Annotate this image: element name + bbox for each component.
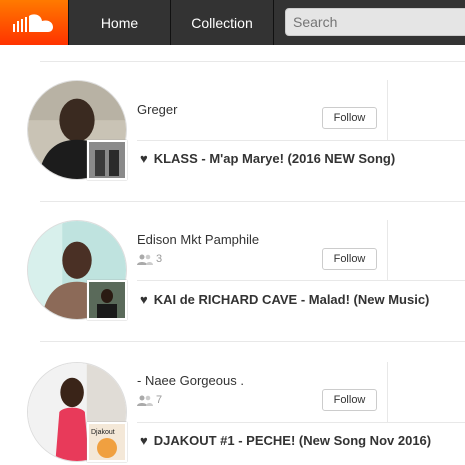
tab-home[interactable]: Home xyxy=(68,0,171,45)
followers-icon xyxy=(137,254,153,265)
heart-icon: ♥ xyxy=(140,151,148,166)
heart-icon: ♥ xyxy=(140,292,148,307)
username[interactable]: Greger xyxy=(137,102,177,117)
follow-button[interactable]: Follow xyxy=(322,248,377,270)
username[interactable]: - Naee Gorgeous . xyxy=(137,373,244,388)
tab-collection[interactable]: Collection xyxy=(171,0,274,45)
follower-count-text: 3 xyxy=(156,253,163,265)
divider xyxy=(387,220,388,280)
soundcloud-logo[interactable] xyxy=(0,0,68,45)
follower-count[interactable]: 3 xyxy=(137,253,162,265)
track-artwork[interactable] xyxy=(87,140,127,180)
artwork-image xyxy=(89,282,125,318)
track-title-text[interactable]: DJAKOUT #1 - PECHE! (New Song Nov 2016) xyxy=(154,433,431,448)
track-title-text[interactable]: KAI de RICHARD CAVE - Malad! (New Music) xyxy=(154,292,430,307)
username[interactable]: Edison Mkt Pamphile xyxy=(137,232,259,247)
soundcloud-cloud-icon xyxy=(13,13,53,32)
track-artwork[interactable] xyxy=(87,280,127,320)
follow-button[interactable]: Follow xyxy=(322,389,377,411)
track-title[interactable]: ♥ DJAKOUT #1 - PECHE! (New Song Nov 2016… xyxy=(140,433,431,448)
search-input[interactable] xyxy=(285,8,465,36)
divider xyxy=(387,80,388,140)
top-nav-bar: Home Collection xyxy=(0,0,465,45)
track-title[interactable]: ♥ KLASS - M'ap Marye! (2016 NEW Song) xyxy=(140,151,395,166)
list-item: Greger Follow ♥ KLASS - M'ap Marye! (201… xyxy=(0,62,465,202)
divider xyxy=(137,140,465,141)
follower-count[interactable]: 7 xyxy=(137,394,162,406)
artwork-image xyxy=(89,142,125,178)
artwork-text: Djakout xyxy=(91,429,115,436)
track-title-text[interactable]: KLASS - M'ap Marye! (2016 NEW Song) xyxy=(154,151,395,166)
list-item: Edison Mkt Pamphile 3 Follow ♥ KAI de RI… xyxy=(0,202,465,342)
track-artwork[interactable]: Djakout xyxy=(87,422,127,462)
divider xyxy=(137,280,465,281)
artwork-image: Djakout xyxy=(89,424,125,460)
follower-count-text: 7 xyxy=(156,394,163,406)
follow-button[interactable]: Follow xyxy=(322,107,377,129)
divider xyxy=(137,422,465,423)
divider xyxy=(387,362,388,422)
track-title[interactable]: ♥ KAI de RICHARD CAVE - Malad! (New Musi… xyxy=(140,292,429,307)
list-item: Djakout - Naee Gorgeous . 7 Follow ♥ DJA… xyxy=(0,342,465,465)
followers-icon xyxy=(137,395,153,406)
heart-icon: ♥ xyxy=(140,433,148,448)
